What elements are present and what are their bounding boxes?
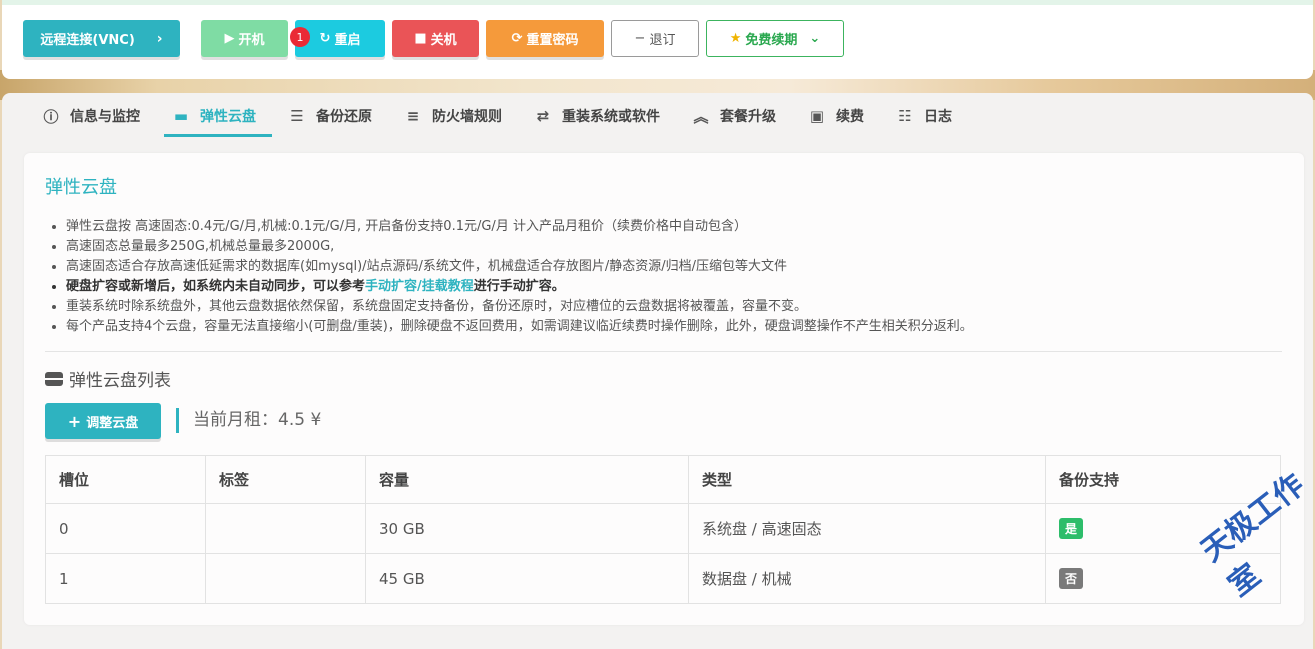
note-text: 进行手动扩容。 <box>473 279 565 294</box>
play-icon: ▶ <box>224 31 235 46</box>
table-cell: 系统盘 / 高速固态 <box>688 503 1046 554</box>
log-icon: ☷ <box>898 107 912 125</box>
sync-icon: ⟳ <box>511 31 523 46</box>
list-item: 弹性云盘按 高速固态:0.4元/G/月,机械:0.1元/G/月, 开启备份支持0… <box>66 217 1276 237</box>
stop-icon: ■ <box>414 31 427 46</box>
power-off-label: 关机 <box>430 33 457 48</box>
column-header: 标签 <box>205 455 366 504</box>
action-toolbar: 远程连接(VNC) › ▶ 开机 1 ↻ 重启 ■ 关机 ⟳ 重置密码 − 退订… <box>2 0 1313 79</box>
disk-list-title: 弹性云盘列表 <box>45 366 171 391</box>
money-icon: ▣ <box>809 107 825 125</box>
refund-label: 退订 <box>649 33 676 48</box>
tab-logs[interactable]: ☷ 日志 <box>880 93 968 139</box>
tab-label: 重装系统或软件 <box>562 109 660 125</box>
column-header: 类型 <box>688 455 1046 504</box>
reset-password-button[interactable]: ⟳ 重置密码 <box>486 20 604 57</box>
table-cell: 0 <box>45 503 206 554</box>
vnc-button[interactable]: 远程连接(VNC) › <box>23 20 180 57</box>
table-cell: 数据盘 / 机械 <box>688 553 1046 604</box>
tab-label: 日志 <box>924 109 952 125</box>
tab-firewall[interactable]: ≡ 防火墙规则 <box>388 93 518 139</box>
reset-password-label: 重置密码 <box>526 33 579 48</box>
table-cell <box>205 503 366 554</box>
adjust-disk-button[interactable]: + 调整云盘 <box>45 403 161 439</box>
tab-label: 信息与监控 <box>70 109 140 125</box>
tab-label: 弹性云盘 <box>200 109 256 125</box>
list-item: 重装系统时除系统盘外，其他云盘数据依然保留，系统盘固定支持备份，备份还原时，对应… <box>66 297 1276 317</box>
star-icon: ★ <box>729 31 742 46</box>
elastic-disk-panel: 弹性云盘 弹性云盘按 高速固态:0.4元/G/月,机械:0.1元/G/月, 开启… <box>24 153 1304 625</box>
column-header: 容量 <box>365 455 689 504</box>
plus-icon: + <box>67 411 82 431</box>
tab-label: 防火墙规则 <box>432 109 502 125</box>
status-bar <box>2 0 1313 5</box>
disk-icon: ▬ <box>173 107 189 125</box>
tab-renew[interactable]: ▣ 续费 <box>792 93 880 139</box>
free-renew-label: 免费续期 <box>745 33 798 48</box>
adjust-disk-label: 调整云盘 <box>86 415 139 431</box>
info-icon: ⓘ <box>43 107 59 126</box>
list-item: 硬盘扩容或新增后，如系统内未自动同步，可以参考手动扩容/挂载教程进行手动扩容。 <box>66 277 1276 297</box>
free-renew-button[interactable]: ★ 免费续期 ⌄ <box>706 20 844 57</box>
disk-table: 槽位 标签 容量 类型 备份支持 0 30 GB 系统盘 / 高速固态 是 1 … <box>45 455 1281 604</box>
note-text: 硬盘扩容或新增后，如系统内未自动同步，可以参考 <box>66 279 366 294</box>
list-item: 每个产品支持4个云盘，容量无法直接缩小(可删盘/重装)，删除硬盘不返回费用，如需… <box>66 317 1276 337</box>
power-on-button[interactable]: ▶ 开机 <box>201 20 288 57</box>
table-row: 0 30 GB 系统盘 / 高速固态 是 <box>45 503 1281 554</box>
table-cell: 45 GB <box>365 553 689 604</box>
tab-bar: ⓘ 信息与监控 ▬ 弹性云盘 ☰ 备份还原 ≡ 防火墙规则 ⇄ 重装系统或软件 … <box>26 93 968 139</box>
restart-label: 重启 <box>334 33 361 48</box>
tab-label: 续费 <box>836 109 864 125</box>
status-badge: 否 <box>1059 568 1084 589</box>
status-badge: 是 <box>1059 518 1084 539</box>
tab-backup-restore[interactable]: ☰ 备份还原 <box>272 93 388 139</box>
column-header: 槽位 <box>45 455 206 504</box>
table-cell <box>205 553 366 604</box>
tab-label: 套餐升级 <box>720 109 776 125</box>
vnc-label: 远程连接(VNC) <box>40 33 135 48</box>
power-on-label: 开机 <box>238 33 265 48</box>
table-cell: 1 <box>45 553 206 604</box>
chevron-right-icon: › <box>156 30 163 47</box>
list-title-label: 弹性云盘列表 <box>69 371 171 391</box>
panel-title: 弹性云盘 <box>45 177 117 198</box>
notes-list: 弹性云盘按 高速固态:0.4元/G/月,机械:0.1元/G/月, 开启备份支持0… <box>66 217 1276 337</box>
refund-button[interactable]: − 退订 <box>611 20 699 57</box>
table-header-row: 槽位 标签 容量 类型 备份支持 <box>45 455 1281 504</box>
list-item: 高速固态适合存放高速低延需求的数据库(如mysql)/站点源码/系统文件，机械盘… <box>66 257 1276 277</box>
minus-icon: − <box>634 31 646 46</box>
tab-label: 备份还原 <box>316 109 372 125</box>
monthly-rent: 当前月租：4.5 ¥ <box>176 408 321 433</box>
disk-icon <box>45 371 63 386</box>
list-item: 高速固态总量最多250G,机械总量最多2000G, <box>66 237 1276 257</box>
chevron-down-icon: ⌄ <box>809 31 821 46</box>
tab-upgrade[interactable]: ︽ 套餐升级 <box>676 93 792 139</box>
table-cell: 30 GB <box>365 503 689 554</box>
divider <box>45 351 1282 352</box>
main-card: ⓘ 信息与监控 ▬ 弹性云盘 ☰ 备份还原 ≡ 防火墙规则 ⇄ 重装系统或软件 … <box>2 93 1313 649</box>
manual-expand-link[interactable]: 手动扩容/挂载教程 <box>365 279 474 294</box>
upgrade-icon: ︽ <box>693 107 709 126</box>
refresh-icon: ↻ <box>319 31 331 46</box>
exchange-icon: ⇄ <box>536 107 550 125</box>
tab-reinstall[interactable]: ⇄ 重装系统或软件 <box>518 93 676 139</box>
list-icon: ≡ <box>406 107 420 125</box>
table-row: 1 45 GB 数据盘 / 机械 否 <box>45 553 1281 604</box>
power-off-button[interactable]: ■ 关机 <box>392 20 479 57</box>
notification-badge: 1 <box>290 27 310 47</box>
tab-elastic-disk[interactable]: ▬ 弹性云盘 <box>156 93 272 139</box>
server-icon: ☰ <box>290 107 304 125</box>
tab-info-monitor[interactable]: ⓘ 信息与监控 <box>26 93 156 139</box>
